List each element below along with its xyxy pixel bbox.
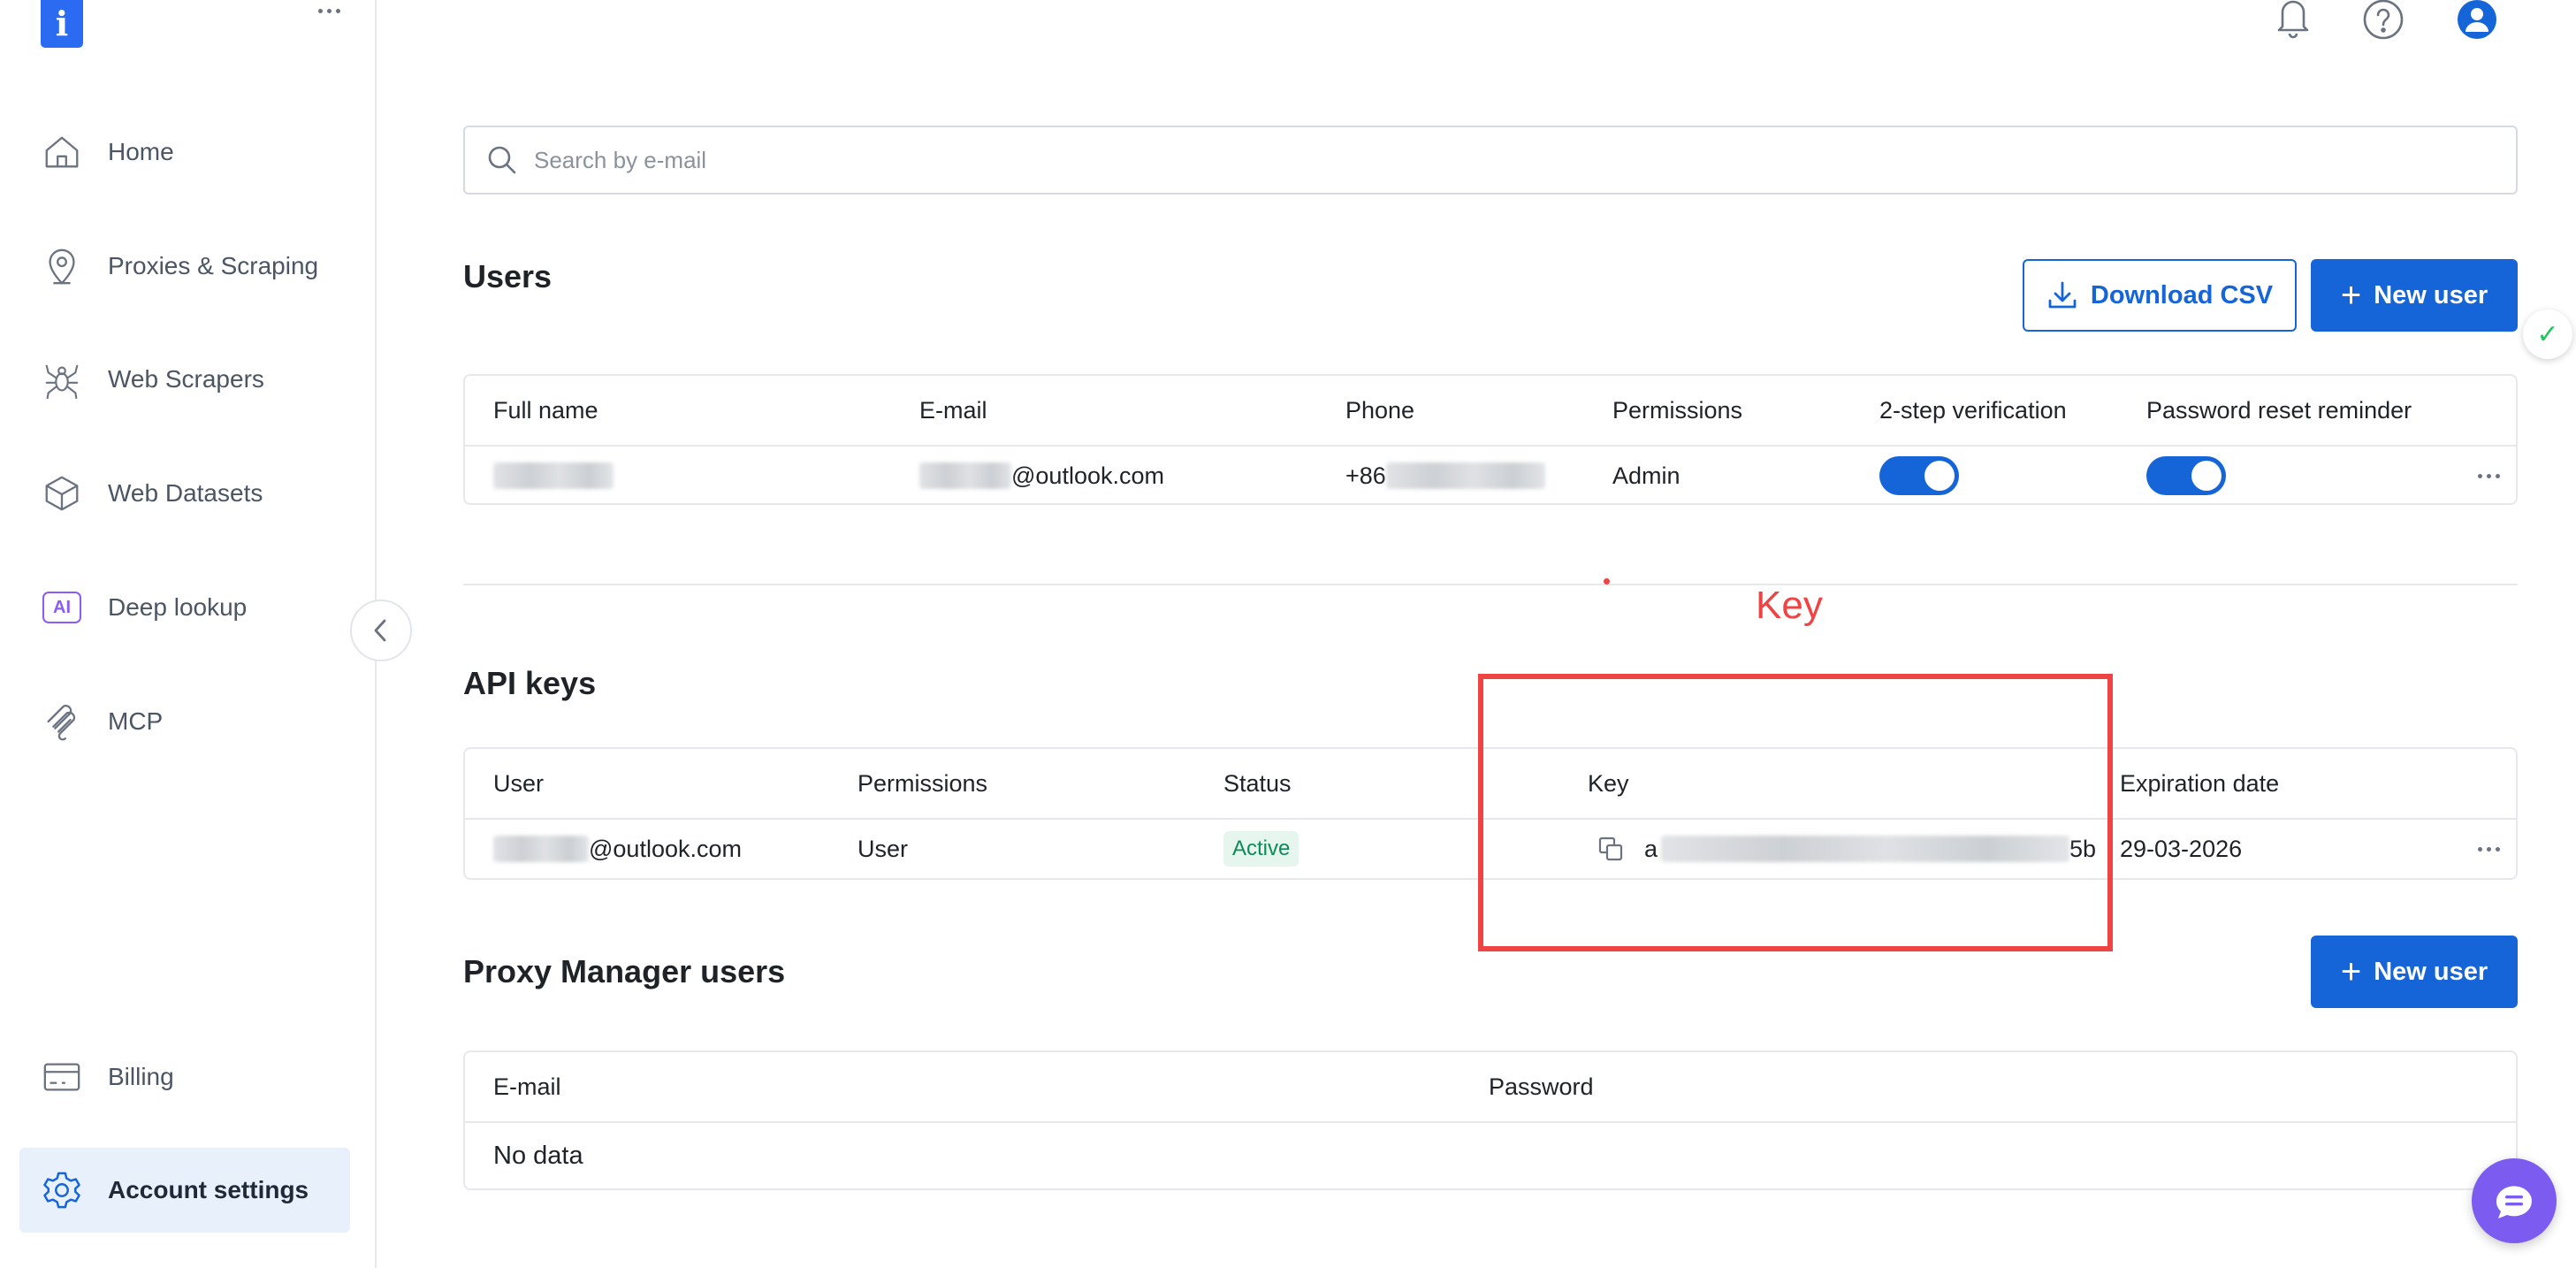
two-step-toggle-cell xyxy=(1879,447,1959,505)
key-cell: a 5b xyxy=(1597,820,2096,878)
row-more-icon[interactable] xyxy=(2478,447,2500,505)
table-row[interactable]: @outlook.com User Active a 5b 29-03-2026 xyxy=(465,820,2516,878)
sidebar-item-home[interactable]: Home xyxy=(19,110,350,195)
sidebar-item-label: Billing xyxy=(108,1063,174,1090)
home-icon xyxy=(19,110,104,195)
phone-cell: +86 xyxy=(1345,447,1545,505)
reset-reminder-toggle-cell xyxy=(2146,447,2226,505)
status-cell: Active xyxy=(1223,820,1299,878)
sidebar-more-icon[interactable] xyxy=(314,0,344,21)
column-header: Expiration date xyxy=(2120,769,2280,797)
api-keys-table-header: User Permissions Status Key Expiration d… xyxy=(465,749,2516,820)
column-header: Permissions xyxy=(1612,396,1743,424)
sidebar-item-label: MCP xyxy=(108,707,164,735)
permissions-cell: User xyxy=(857,835,909,862)
table-row[interactable]: @outlook.com +86 Admin xyxy=(465,447,2516,505)
search-box[interactable] xyxy=(463,126,2518,195)
download-icon xyxy=(2048,281,2077,309)
sidebar-item-proxies[interactable]: Proxies & Scraping xyxy=(19,224,350,309)
users-section-title: Users xyxy=(463,258,553,294)
proxy-manager-table: E-mail Password No data xyxy=(463,1050,2518,1190)
spider-icon xyxy=(19,337,104,422)
api-keys-section-title: API keys xyxy=(463,665,597,701)
sidebar-item-label: Account settings xyxy=(108,1176,309,1203)
annotation-label: Key xyxy=(1756,584,1823,627)
location-pin-icon xyxy=(19,224,104,309)
sidebar-item-account-settings[interactable]: Account settings xyxy=(19,1148,350,1233)
column-header: E-mail xyxy=(493,1073,561,1100)
plus-icon: + xyxy=(2340,952,2362,991)
sidebar-item-label: Deep lookup xyxy=(108,593,248,621)
copy-icon[interactable] xyxy=(1597,835,1625,863)
api-keys-table: User Permissions Status Key Expiration d… xyxy=(463,747,2518,880)
annotation-dot xyxy=(1604,578,1610,584)
permissions-cell: Admin xyxy=(1612,462,1680,489)
column-header: Phone xyxy=(1345,396,1415,424)
users-table: Full name E-mail Phone Permissions 2-ste… xyxy=(463,374,2518,505)
brand-logo[interactable]: i xyxy=(41,0,83,48)
column-header: E-mail xyxy=(919,396,987,424)
ai-badge-icon: AI xyxy=(19,565,104,650)
column-header: User xyxy=(493,769,545,797)
column-header: Password xyxy=(1489,1073,1594,1100)
column-header: Key xyxy=(1588,769,1629,797)
help-icon[interactable] xyxy=(2362,0,2405,42)
search-input[interactable] xyxy=(534,146,2479,174)
row-more-icon[interactable] xyxy=(2478,820,2500,878)
download-csv-button[interactable]: Download CSV xyxy=(2023,259,2297,332)
reset-reminder-toggle[interactable] xyxy=(2146,456,2226,495)
sidebar-item-deep-lookup[interactable]: AI Deep lookup xyxy=(19,565,350,650)
status-badge: Active xyxy=(1223,831,1299,867)
column-header: Permissions xyxy=(857,769,988,797)
card-icon xyxy=(19,1035,104,1119)
no-data-text: No data xyxy=(493,1141,583,1170)
user-avatar-icon[interactable] xyxy=(2456,0,2498,42)
chevron-left-icon xyxy=(374,619,386,642)
section-divider xyxy=(463,584,2518,585)
plus-icon: + xyxy=(2340,276,2362,315)
two-step-toggle[interactable] xyxy=(1879,456,1959,495)
proxy-manager-table-header: E-mail Password xyxy=(465,1052,2516,1123)
new-user-button[interactable]: + New user xyxy=(2311,259,2518,332)
mcp-icon xyxy=(19,679,104,764)
sidebar: i Home Proxies & Scraping Web Scrapers W… xyxy=(0,0,377,1268)
column-header: Status xyxy=(1223,769,1292,797)
sidebar-item-web-datasets[interactable]: Web Datasets xyxy=(19,451,350,536)
sidebar-item-billing[interactable]: Billing xyxy=(19,1035,350,1119)
chat-button[interactable] xyxy=(2472,1158,2557,1243)
column-header: Password reset reminder xyxy=(2146,396,2412,424)
expiration-cell: 29-03-2026 xyxy=(2120,835,2243,862)
sidebar-item-label: Web Datasets xyxy=(108,479,263,507)
column-header: 2-step verification xyxy=(1879,396,2067,424)
chat-icon xyxy=(2496,1186,2532,1218)
full-name-cell xyxy=(493,447,614,505)
search-icon xyxy=(488,146,516,174)
sidebar-item-web-scrapers[interactable]: Web Scrapers xyxy=(19,337,350,422)
sidebar-item-label: Proxies & Scraping xyxy=(108,252,319,279)
layers-icon xyxy=(19,451,104,536)
sidebar-item-label: Web Scrapers xyxy=(108,365,264,393)
sidebar-item-label: Home xyxy=(108,138,174,165)
bell-icon[interactable] xyxy=(2272,0,2314,42)
extension-check-icon[interactable]: ✓ xyxy=(2523,309,2572,359)
sidebar-item-mcp[interactable]: MCP xyxy=(19,679,350,764)
gear-icon xyxy=(19,1148,104,1233)
proxy-new-user-button[interactable]: + New user xyxy=(2311,936,2518,1008)
proxy-manager-section-title: Proxy Manager users xyxy=(463,953,786,989)
empty-row: No data xyxy=(465,1123,2516,1188)
column-header: Full name xyxy=(493,396,598,424)
users-table-header: Full name E-mail Phone Permissions 2-ste… xyxy=(465,376,2516,447)
user-cell: @outlook.com xyxy=(493,820,742,878)
email-cell: @outlook.com xyxy=(919,447,1164,505)
collapse-sidebar-button[interactable] xyxy=(350,600,412,661)
